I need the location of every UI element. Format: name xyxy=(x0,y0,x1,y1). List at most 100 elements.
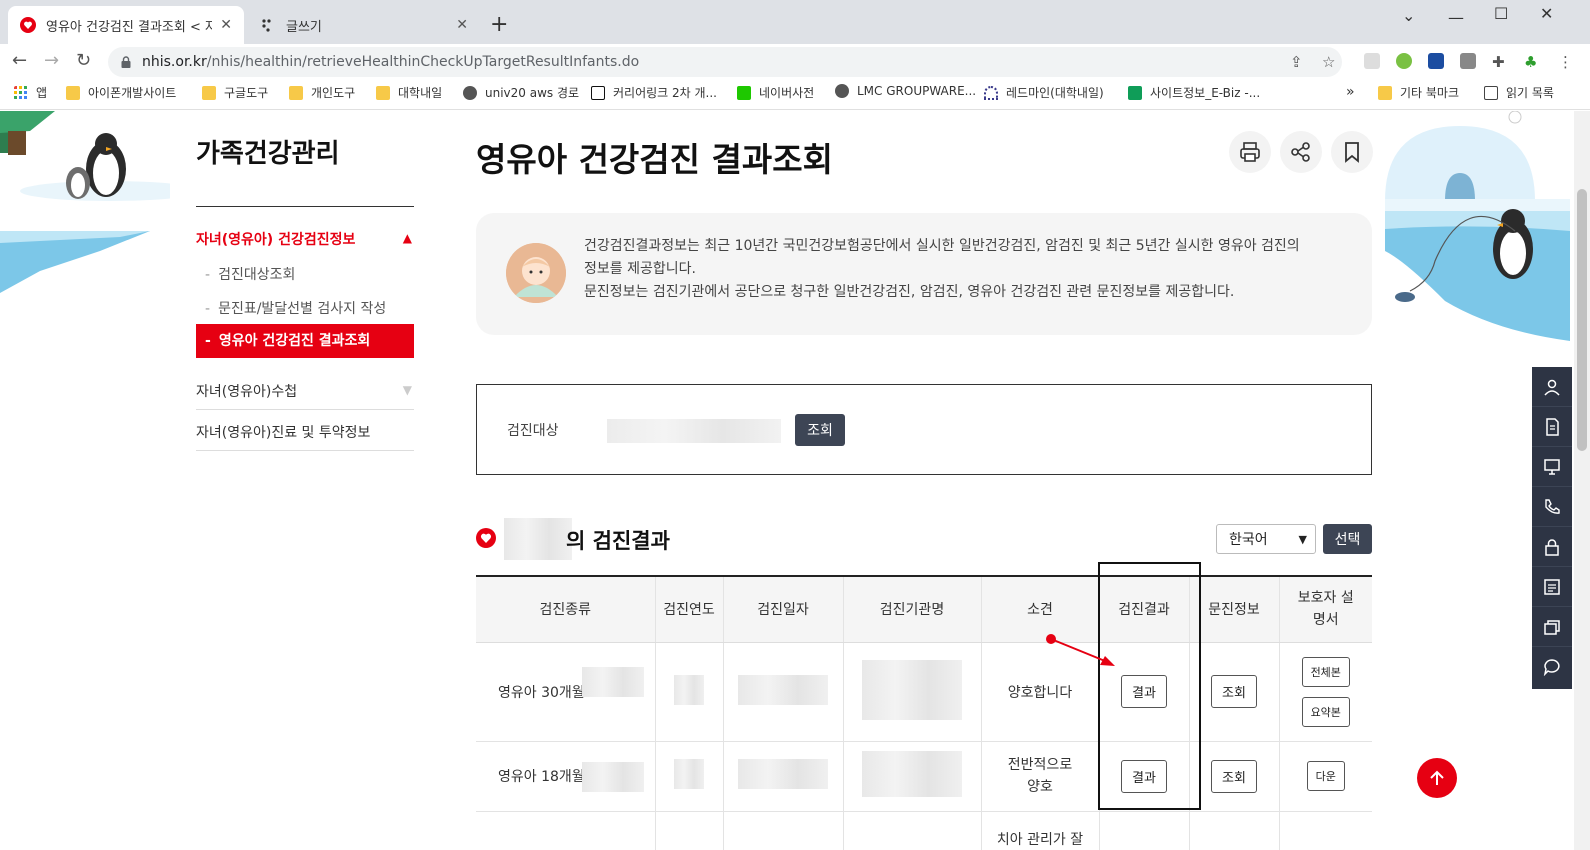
lock-icon xyxy=(1545,538,1559,556)
bookmark-link[interactable]: univ20 aws 경로 xyxy=(463,84,579,101)
reading-list[interactable]: 읽기 목록 xyxy=(1484,84,1554,101)
scrollbar-thumb[interactable] xyxy=(1577,189,1587,451)
maximize-icon[interactable]: ☐ xyxy=(1494,4,1508,23)
date-cell xyxy=(723,642,844,742)
extension-icon[interactable] xyxy=(1364,53,1380,69)
close-tab-icon[interactable]: ✕ xyxy=(220,17,232,33)
bookmark-folder[interactable]: 대학내일 xyxy=(376,84,442,101)
tab-strip: 영유아 건강검진 결과조회 < 자녀 ✕ 글쓰기 ✕ + ⌄ — ☐ ✕ xyxy=(0,0,1590,44)
sidebar-item-infant-checkup-info[interactable]: 자녀(영유아) 건강검진정보 ▲ xyxy=(196,229,414,249)
print-button[interactable] xyxy=(1229,131,1271,173)
menu-icon[interactable]: ⋮ xyxy=(1558,53,1573,71)
share-page-icon[interactable]: ⇪ xyxy=(1290,53,1303,71)
clover-profile-icon[interactable]: ♣ xyxy=(1524,53,1537,71)
user-icon xyxy=(1544,379,1560,396)
date-cell xyxy=(723,811,844,850)
scroll-to-top-button[interactable] xyxy=(1417,758,1457,798)
url-host: nhis.or.kr xyxy=(142,54,207,70)
checkup-target-select[interactable] xyxy=(607,419,781,443)
address-bar[interactable]: nhis.or.kr/nhis/healthin/retrieveHealthi… xyxy=(108,47,1342,77)
dash-icon: - xyxy=(205,333,211,349)
sidebar-subitem-result[interactable]: - 영유아 건강검진 결과조회 xyxy=(196,324,414,358)
bookmark-label: 네이버사전 xyxy=(759,86,815,100)
bookmark-icon xyxy=(1345,142,1359,163)
chat-icon xyxy=(1543,659,1560,676)
user-menu[interactable] xyxy=(1532,367,1572,407)
back-icon[interactable]: ← xyxy=(12,50,27,71)
new-tab-icon[interactable]: + xyxy=(490,12,508,37)
monitor-menu[interactable] xyxy=(1532,447,1572,487)
star-icon[interactable]: ☆ xyxy=(1322,53,1335,71)
minimize-icon[interactable]: — xyxy=(1448,8,1464,27)
browser-toolbar: ← → ↻ nhis.or.kr/nhis/healthin/retrieveH… xyxy=(0,44,1590,78)
share-button[interactable] xyxy=(1280,131,1322,173)
bookmark-link[interactable]: 네이버사전 xyxy=(737,84,814,101)
page-scrollbar[interactable] xyxy=(1574,111,1590,850)
heart-favicon-icon xyxy=(20,17,36,33)
blurred-name xyxy=(504,518,572,560)
sidebar-item-treatment[interactable]: 자녀(영유아)진료 및 투약정보 xyxy=(196,422,414,442)
sidebar-subitem-target[interactable]: - 검진대상조회 xyxy=(205,264,295,284)
overflow-label: » xyxy=(1346,84,1355,100)
lock-menu[interactable] xyxy=(1532,527,1572,567)
chat-menu[interactable] xyxy=(1532,647,1572,687)
extension-icon[interactable] xyxy=(1396,53,1412,69)
forward-icon[interactable]: → xyxy=(44,50,59,71)
sidebar-subitem-questionnaire[interactable]: - 문진표/발달선별 검사지 작성 xyxy=(205,298,386,318)
bookmark-folder[interactable]: 기타 북마크 xyxy=(1378,84,1459,101)
bookmark-folder[interactable]: 아이폰개발사이트 xyxy=(66,84,176,101)
summary-guide-button[interactable]: 요약본 xyxy=(1301,696,1350,727)
inquiry-cell xyxy=(1189,811,1280,850)
redmine-icon xyxy=(984,85,998,100)
dash-icon: - xyxy=(205,301,211,317)
inquiry-button[interactable]: 조회 xyxy=(1211,675,1257,708)
tab-inactive[interactable]: 글쓰기 ✕ xyxy=(248,6,480,44)
bookmark-folder[interactable]: 구글도구 xyxy=(202,84,268,101)
language-select[interactable]: 한국어 ▼ xyxy=(1216,524,1316,554)
bookmarks-overflow[interactable]: » xyxy=(1346,84,1355,100)
result-title: 의 검진결과 xyxy=(566,529,670,553)
close-window-icon[interactable]: ✕ xyxy=(1540,4,1553,23)
phone-icon xyxy=(1545,498,1560,514)
document-menu[interactable] xyxy=(1532,407,1572,447)
list-menu[interactable] xyxy=(1532,567,1572,607)
document-icon xyxy=(1546,417,1559,436)
language-select-button[interactable]: 선택 xyxy=(1323,524,1372,554)
institution-cell xyxy=(843,741,982,812)
phone-menu[interactable] xyxy=(1532,487,1572,527)
guide-cell: 다운 xyxy=(1279,741,1372,812)
cards-menu[interactable] xyxy=(1532,607,1572,647)
bookmark-link[interactable]: 커리어링크 2차 개... xyxy=(591,84,717,101)
bookmark-label: univ20 aws 경로 xyxy=(485,86,580,100)
bookmark-label: 읽기 목록 xyxy=(1506,86,1554,100)
info-line: 건강검진결과정보는 최근 10년간 국민건강보험공단에서 실시한 일반건강검진,… xyxy=(584,238,1300,254)
chevron-down-icon[interactable]: ⌄ xyxy=(1402,6,1415,25)
bookmark-link[interactable]: 사이트정보_E-Biz -... xyxy=(1128,84,1260,101)
close-tab-icon[interactable]: ✕ xyxy=(456,17,468,33)
search-button[interactable]: 조회 xyxy=(795,414,845,446)
full-guide-button[interactable]: 전체본 xyxy=(1301,656,1350,687)
extension-icon[interactable] xyxy=(1460,53,1476,69)
globe-icon xyxy=(835,84,849,98)
tab-active[interactable]: 영유아 건강검진 결과조회 < 자녀 ✕ xyxy=(8,6,244,44)
monitor-icon xyxy=(1544,458,1560,475)
reading-list-icon xyxy=(1484,85,1498,100)
extension-icon[interactable] xyxy=(1428,53,1444,69)
bookmark-link[interactable]: 레드마인(대학내일) xyxy=(984,84,1104,101)
chevron-down-icon: ▼ xyxy=(1298,533,1307,546)
bookmark-link[interactable]: LMC GROUPWARE... xyxy=(835,84,976,98)
puzzle-icon[interactable]: ✚ xyxy=(1492,53,1505,71)
sidebar-item-handbook[interactable]: 자녀(영유아)수첩 ▼ xyxy=(196,381,414,401)
folder-icon xyxy=(202,85,216,100)
list-icon xyxy=(1544,578,1560,595)
reload-icon[interactable]: ↻ xyxy=(76,50,91,71)
bookmark-button[interactable] xyxy=(1331,131,1373,173)
sheets-icon xyxy=(1128,85,1142,100)
inquiry-button[interactable]: 조회 xyxy=(1211,759,1257,793)
sidebar-subitem-label: 검진대상조회 xyxy=(218,267,296,283)
bookmark-apps[interactable]: 앱 xyxy=(14,84,47,101)
bookmark-folder[interactable]: 개인도구 xyxy=(289,84,355,101)
download-guide-button[interactable]: 다운 xyxy=(1306,761,1345,791)
blurred-data xyxy=(738,674,828,705)
sidebar-divider xyxy=(196,409,414,410)
